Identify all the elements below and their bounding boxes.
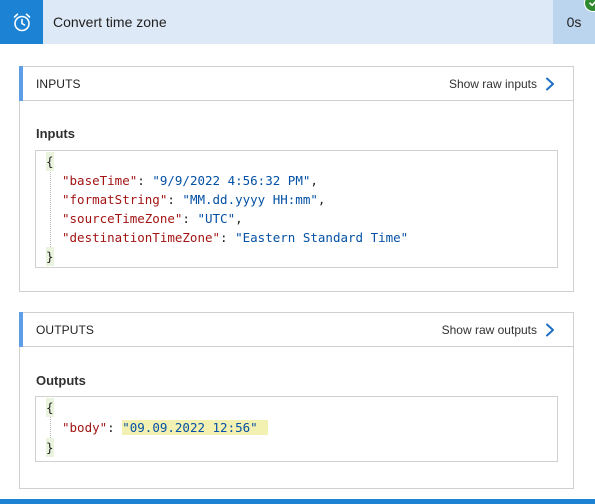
json-key: "body" [62,420,108,435]
json-value: "UTC" [197,211,236,226]
inputs-accent-bar [19,66,23,101]
json-open-brace: { [46,398,54,417]
json-close-brace: } [46,247,54,266]
json-line: "baseTime": "9/9/2022 4:56:32 PM", [62,173,318,188]
outputs-json-viewer[interactable]: { "body": "09.09.2022 12:56" } [35,396,558,462]
action-header[interactable]: Convert time zone 0s [0,0,595,44]
show-raw-inputs-label: Show raw inputs [448,77,537,91]
outputs-section: OUTPUTS Show raw outputs Outputs { "body… [19,312,574,489]
action-title: Convert time zone [53,14,167,30]
chevron-right-icon [546,323,554,337]
inputs-sub-label: Inputs [36,126,75,141]
json-line: "sourceTimeZone": "UTC", [62,211,243,226]
alarm-clock-icon [13,13,30,32]
json-open-brace: { [46,152,54,171]
outputs-section-title: OUTPUTS [36,323,95,337]
json-key: "destinationTimeZone" [62,230,221,245]
chevron-right-icon [546,77,554,91]
show-raw-outputs-label: Show raw outputs [441,323,537,337]
checkmark-icon [589,0,595,7]
show-raw-outputs-link[interactable]: Show raw outputs [442,313,555,347]
bottom-accent-bar [0,499,595,504]
json-indent-guide [50,170,51,247]
json-indent-guide [50,416,51,440]
inputs-section-header: INPUTS Show raw inputs [19,66,573,101]
outputs-section-header: OUTPUTS Show raw outputs [19,312,573,347]
json-value: "Eastern Standard Time" [235,230,409,245]
show-raw-inputs-link[interactable]: Show raw inputs [449,67,555,101]
json-close-brace: } [46,438,54,457]
inputs-section-title: INPUTS [36,77,81,91]
json-key: "sourceTimeZone" [62,211,183,226]
json-key: "baseTime" [62,173,138,188]
json-value: "MM.dd.yyyy HH:mm" [182,192,318,207]
inputs-section: INPUTS Show raw inputs Inputs { "baseTim… [19,66,574,292]
json-key: "formatString" [62,192,168,207]
inputs-json-viewer[interactable]: { "baseTime": "9/9/2022 4:56:32 PM", "fo… [35,150,558,268]
outputs-sub-label: Outputs [36,373,86,388]
action-icon-box [0,0,43,44]
outputs-accent-bar [19,312,23,347]
json-value-highlighted: "09.09.2022 12:56" [122,420,268,435]
json-line: "body": "09.09.2022 12:56" [62,418,268,437]
json-line: "formatString": "MM.dd.yyyy HH:mm", [62,192,326,207]
json-line: "destinationTimeZone": "Eastern Standard… [62,230,409,245]
json-value: "9/9/2022 4:56:32 PM" [152,173,311,188]
